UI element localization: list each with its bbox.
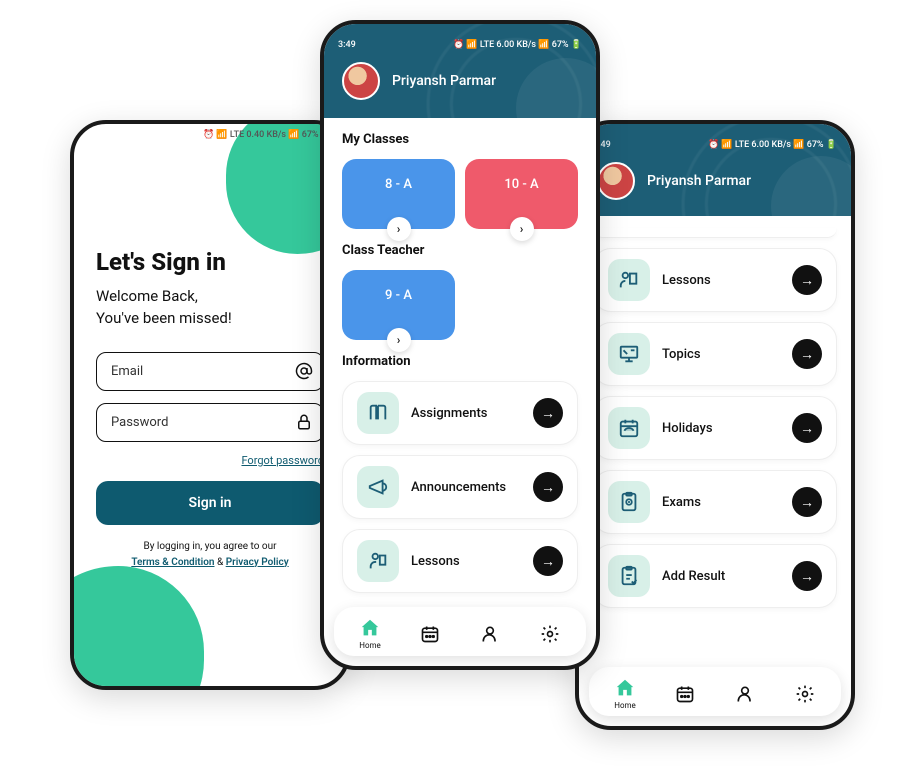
- class-card-9a[interactable]: 9 - A ›: [342, 270, 455, 340]
- signin-welcome: Welcome Back, You've been missed!: [96, 286, 324, 330]
- forgot-password-link[interactable]: Forgot password: [96, 454, 324, 467]
- lessons-icon: [608, 259, 650, 301]
- nav-settings[interactable]: [794, 683, 816, 705]
- header: 3:49 ⏰ 📶 LTE 6.00 KB/s 📶 67% 🔋 Priyansh …: [324, 24, 596, 118]
- password-field[interactable]: Password: [96, 403, 324, 442]
- announcements-icon: [357, 466, 399, 508]
- nav-home[interactable]: Home: [614, 677, 636, 710]
- arrow-right-icon[interactable]: →: [792, 265, 822, 295]
- bottom-nav: Home: [334, 607, 586, 656]
- list-label: Assignments: [411, 406, 521, 421]
- privacy-link[interactable]: Privacy Policy: [226, 557, 289, 568]
- chevron-right-icon[interactable]: ›: [387, 217, 411, 241]
- nav-settings[interactable]: [539, 623, 561, 645]
- nav-profile[interactable]: [479, 623, 501, 645]
- at-icon: [295, 362, 313, 380]
- class-label: 10 - A: [504, 177, 538, 192]
- class-label: 9 - A: [385, 288, 412, 303]
- add-result-icon: [608, 555, 650, 597]
- agree-prefix: By logging in, you agree to our: [143, 541, 276, 552]
- arrow-right-icon[interactable]: →: [792, 561, 822, 591]
- info-item-announcements[interactable]: Announcements →: [342, 455, 578, 519]
- list-label: Announcements: [411, 480, 521, 495]
- email-placeholder: Email: [111, 364, 143, 379]
- class-card-8a[interactable]: 8 - A ›: [342, 159, 455, 229]
- home-icon: [359, 617, 381, 639]
- lock-icon: [295, 413, 313, 431]
- menu-item-lessons[interactable]: Lessons →: [593, 248, 837, 312]
- menu-item-holidays[interactable]: Holidays →: [593, 396, 837, 460]
- nav-calendar[interactable]: [674, 683, 696, 705]
- email-field[interactable]: Email: [96, 352, 324, 391]
- arrow-right-icon[interactable]: →: [792, 413, 822, 443]
- menu-body: Lessons → Topics → Holidays → Exams → Ad…: [579, 222, 851, 608]
- class-teacher-row: 9 - A ›: [342, 270, 578, 340]
- avatar: [342, 62, 380, 100]
- list-label: Lessons: [662, 273, 780, 288]
- password-placeholder: Password: [111, 415, 168, 430]
- menu-item-add-result[interactable]: Add Result →: [593, 544, 837, 608]
- info-item-assignments[interactable]: Assignments →: [342, 381, 578, 445]
- dashboard-body: My Classes 8 - A › 10 - A › Class Teache…: [324, 118, 596, 603]
- information-title: Information: [342, 354, 578, 369]
- nav-label: Home: [614, 701, 636, 710]
- welcome-line2: You've been missed!: [96, 309, 232, 327]
- phone-menu: 3:49 ⏰ 📶 LTE 6.00 KB/s 📶 67% 🔋 Priyansh …: [575, 120, 855, 730]
- arrow-right-icon[interactable]: →: [533, 472, 563, 502]
- list-label: Lessons: [411, 554, 521, 569]
- holidays-icon: [608, 407, 650, 449]
- info-item-lessons[interactable]: Lessons →: [342, 529, 578, 593]
- person-icon: [479, 623, 501, 645]
- my-classes-title: My Classes: [342, 132, 578, 147]
- class-teacher-title: Class Teacher: [342, 243, 578, 258]
- nav-label: Home: [359, 641, 381, 650]
- nav-profile[interactable]: [734, 683, 756, 705]
- terms-link[interactable]: Terms & Condition: [131, 557, 214, 568]
- nav-home[interactable]: Home: [359, 617, 381, 650]
- calendar-icon: [674, 683, 696, 705]
- list-label: Add Result: [662, 569, 780, 584]
- nav-calendar[interactable]: [419, 623, 441, 645]
- menu-item-topics[interactable]: Topics →: [593, 322, 837, 386]
- signin-title: Let's Sign in: [96, 248, 324, 276]
- assignments-icon: [357, 392, 399, 434]
- list-label: Topics: [662, 347, 780, 362]
- phone-dashboard: 3:49 ⏰ 📶 LTE 6.00 KB/s 📶 67% 🔋 Priyansh …: [320, 20, 600, 670]
- home-icon: [614, 677, 636, 699]
- header: 3:49 ⏰ 📶 LTE 6.00 KB/s 📶 67% 🔋 Priyansh …: [579, 124, 851, 216]
- list-label: Holidays: [662, 421, 780, 436]
- class-label: 8 - A: [385, 177, 412, 192]
- arrow-right-icon[interactable]: →: [792, 339, 822, 369]
- agree-text: By logging in, you agree to our Terms & …: [96, 539, 324, 571]
- phone-signin: ⏰ 📶 LTE 0.40 KB/s 📶 67% 🔋 Let's Sign in …: [70, 120, 350, 690]
- status-bar: ⏰ 📶 LTE 0.40 KB/s 📶 67% 🔋: [74, 124, 346, 146]
- chevron-right-icon[interactable]: ›: [510, 217, 534, 241]
- amp: &: [215, 557, 226, 568]
- welcome-line1: Welcome Back,: [96, 287, 198, 305]
- list-label: Exams: [662, 495, 780, 510]
- menu-item-exams[interactable]: Exams →: [593, 470, 837, 534]
- avatar: [597, 162, 635, 200]
- topics-icon: [608, 333, 650, 375]
- calendar-icon: [419, 623, 441, 645]
- chevron-right-icon[interactable]: ›: [387, 328, 411, 352]
- class-card-10a[interactable]: 10 - A ›: [465, 159, 578, 229]
- gear-icon: [794, 683, 816, 705]
- signin-button[interactable]: Sign in: [96, 481, 324, 525]
- lessons-icon: [357, 540, 399, 582]
- person-icon: [734, 683, 756, 705]
- arrow-right-icon[interactable]: →: [533, 398, 563, 428]
- arrow-right-icon[interactable]: →: [533, 546, 563, 576]
- exams-icon: [608, 481, 650, 523]
- status-indicators: ⏰ 📶 LTE 0.40 KB/s 📶 67% 🔋: [203, 130, 332, 140]
- list-row-partial: [593, 228, 837, 238]
- bottom-nav: Home: [589, 667, 841, 716]
- arrow-right-icon[interactable]: →: [792, 487, 822, 517]
- gear-icon: [539, 623, 561, 645]
- class-row: 8 - A › 10 - A ›: [342, 159, 578, 229]
- status-time: 3:49: [338, 40, 356, 50]
